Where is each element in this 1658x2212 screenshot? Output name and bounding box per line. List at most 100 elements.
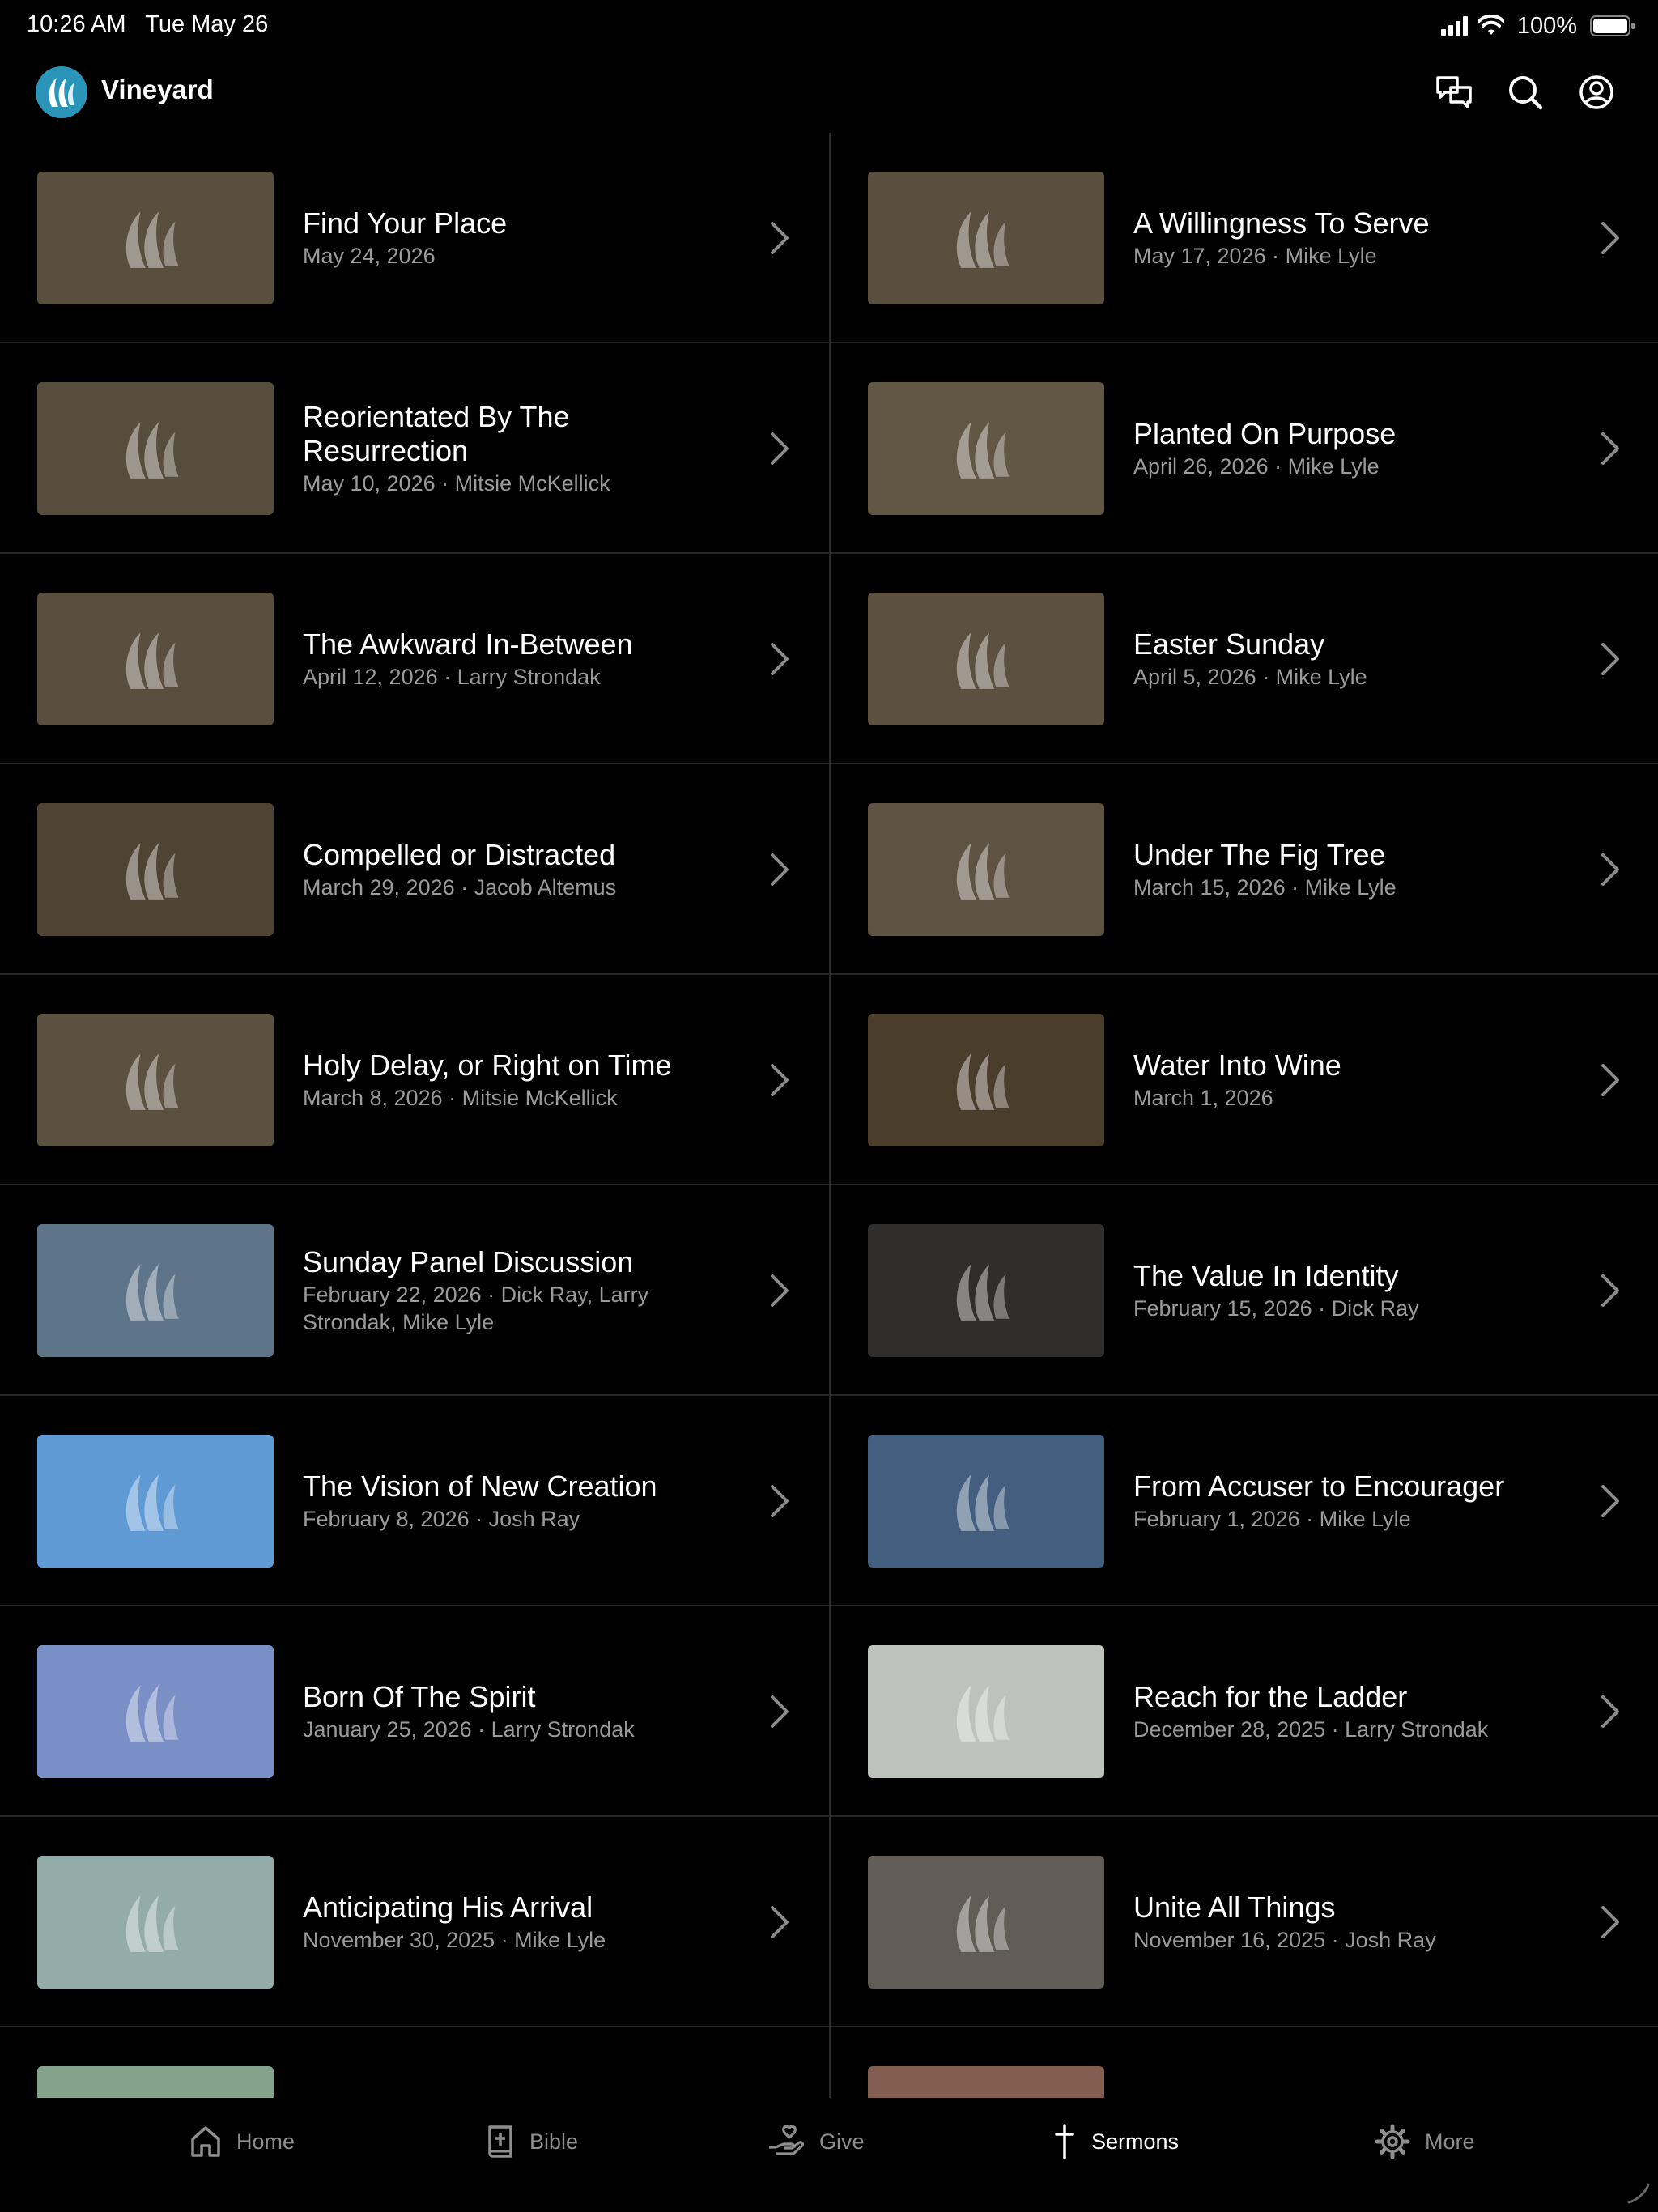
sermon-text: Sunday Panel Discussion February 22, 2026… <box>303 1185 724 1396</box>
tab-home[interactable]: Home <box>189 2119 295 2164</box>
chevron-right-icon <box>764 1692 793 1731</box>
vineyard-leaf-icon <box>956 632 1010 689</box>
sermon-meta: February 1, 2026 · Mike Lyle <box>1133 1507 1411 1531</box>
vineyard-leaf-icon <box>956 1053 1010 1110</box>
sermon-item[interactable]: A Willingness To Serve May 17, 2026 · Mik… <box>831 133 1658 343</box>
sermon-title: Find Your Place <box>303 206 508 240</box>
home-icon <box>191 2126 220 2157</box>
vineyard-leaf-icon <box>125 211 179 268</box>
sermon-title: Under The Fig Tree <box>1133 838 1386 871</box>
cellular-signal-icon <box>1440 16 1468 36</box>
sermon-item[interactable]: The Value In Identity February 15, 2026 ·… <box>831 1185 1658 1396</box>
sermon-item[interactable]: Anticipating His Arrival November 30, 202… <box>0 1817 829 2027</box>
sermon-meta: February 22, 2026 · Dick Ray, Larry Stro… <box>303 1283 649 1334</box>
sermon-thumbnail <box>868 1014 1104 1146</box>
vineyard-leaf-icon <box>125 1685 179 1742</box>
sermon-title: A Willingness To Serve <box>1133 206 1430 240</box>
vineyard-leaf-icon <box>956 1474 1010 1531</box>
status-bar: 10:26 AM Tue May 26 100% <box>0 0 1658 52</box>
search-button[interactable] <box>1504 71 1546 113</box>
sermon-item[interactable]: Planted On Purpose April 26, 2026 · Mike … <box>831 343 1658 554</box>
sermon-text: The Value In Identity February 15, 2026 ·… <box>1133 1185 1554 1396</box>
sermon-item[interactable]: Easter Sunday April 5, 2026 · Mike Lyle <box>831 554 1658 764</box>
sermon-thumbnail <box>868 2066 1104 2098</box>
sermon-item[interactable]: The Vision of New Creation February 8, 20… <box>0 1396 829 1606</box>
tab-give-label: Give <box>819 2129 865 2154</box>
sermon-thumbnail <box>37 382 274 515</box>
tab-more[interactable]: More <box>1375 2119 1475 2164</box>
tab-bible[interactable]: Bible <box>486 2119 578 2164</box>
sermon-item[interactable]: Born Of The Spirit January 25, 2026 · Lar… <box>0 1606 829 1817</box>
sermon-text: Born Of The Spirit January 25, 2026 · Lar… <box>303 1606 724 1817</box>
sermon-thumbnail <box>868 172 1104 304</box>
sermon-list[interactable]: Find Your Place May 24, 2026 A Willingness… <box>0 133 1658 2098</box>
sermon-item[interactable]: Reach for the Ladder December 28, 2025 · … <box>831 1606 1658 1817</box>
sermon-item[interactable] <box>0 2027 829 2098</box>
tab-sermons-label: Sermons <box>1091 2129 1180 2154</box>
chevron-right-icon <box>764 640 793 678</box>
sermon-item[interactable]: Holy Delay, or Right on Time March 8, 202… <box>0 975 829 1185</box>
sermon-text: Holy Delay, or Right on Time March 8, 202… <box>303 975 724 1185</box>
tab-give[interactable]: Give <box>767 2119 865 2164</box>
sermon-item[interactable]: Under The Fig Tree March 15, 2026 · Mike … <box>831 764 1658 975</box>
tab-sermons[interactable]: Sermons <box>1052 2119 1179 2164</box>
chevron-right-icon <box>1595 850 1624 889</box>
sermon-thumbnail <box>37 593 274 725</box>
sermon-title: The Value In Identity <box>1133 1259 1399 1292</box>
sermon-thumbnail <box>37 2066 274 2098</box>
sermon-thumbnail <box>868 1435 1104 1568</box>
chevron-right-icon <box>1595 429 1624 468</box>
sermon-item[interactable]: The Awkward In-Between April 12, 2026 · L… <box>0 554 829 764</box>
sermon-item[interactable]: From Accuser to Encourager February 1, 20… <box>831 1396 1658 1606</box>
vineyard-leaf-icon <box>956 1895 1010 1952</box>
sermon-meta: May 10, 2026 · Mitsie McKellick <box>303 471 610 496</box>
app-title: Vineyard <box>101 74 214 104</box>
sermon-meta: March 29, 2026 · Jacob Altemus <box>303 875 617 900</box>
sermon-title: Water Into Wine <box>1133 1049 1341 1082</box>
chevron-right-icon <box>1595 1692 1624 1731</box>
resize-handle-icon <box>1627 2183 1650 2204</box>
chevron-right-icon <box>764 219 793 257</box>
sermon-thumbnail <box>37 803 274 936</box>
sermon-thumbnail <box>868 382 1104 515</box>
sermon-text: Unite All Things November 16, 2025 · Josh… <box>1133 1817 1554 2027</box>
sermon-thumbnail <box>37 1014 274 1146</box>
sermon-thumbnail <box>868 593 1104 725</box>
sermon-item[interactable]: Water Into Wine March 1, 2026 <box>831 975 1658 1185</box>
sermon-item[interactable]: Compelled or Distracted March 29, 2026 · … <box>0 764 829 975</box>
chat-button[interactable] <box>1433 71 1475 113</box>
vineyard-leaf-icon <box>125 632 179 689</box>
sermon-title: From Accuser to Encourager <box>1133 1470 1505 1503</box>
sermon-item[interactable]: Unite All Things November 16, 2025 · Josh… <box>831 1817 1658 2027</box>
sermon-text: Under The Fig Tree March 15, 2026 · Mike … <box>1133 764 1554 975</box>
chevron-right-icon <box>764 1061 793 1100</box>
account-button[interactable] <box>1575 71 1618 113</box>
chevron-right-icon <box>764 850 793 889</box>
sermon-text: Reach for the Ladder December 28, 2025 · … <box>1133 1606 1554 1817</box>
sermon-text: The Awkward In-Between April 12, 2026 · L… <box>303 554 724 764</box>
battery-percent: 100% <box>1516 12 1577 39</box>
sermon-item[interactable] <box>831 2027 1658 2098</box>
sermon-thumbnail <box>37 172 274 304</box>
sermon-title: Easter Sunday <box>1133 627 1325 661</box>
sermon-title: Sunday Panel Discussion <box>303 1245 634 1278</box>
status-time: 10:26 AM <box>27 11 126 37</box>
vineyard-leaf-icon <box>125 1053 179 1110</box>
vineyard-leaf-icon <box>125 1264 179 1321</box>
sermon-item[interactable]: Reorientated By The Resurrection May 10, … <box>0 343 829 554</box>
sermon-item[interactable]: Find Your Place May 24, 2026 <box>0 133 829 343</box>
chevron-right-icon <box>764 1903 793 1942</box>
vineyard-leaf-icon <box>956 211 1010 268</box>
sermon-meta: December 28, 2025 · Larry Strondak <box>1133 1717 1489 1742</box>
sermon-thumbnail <box>37 1224 274 1357</box>
bible-icon <box>488 2125 512 2158</box>
sermon-text: From Accuser to Encourager February 1, 20… <box>1133 1396 1554 1606</box>
vineyard-logo[interactable] <box>36 66 87 118</box>
sermon-text: Compelled or Distracted March 29, 2026 · … <box>303 764 724 975</box>
sermon-item[interactable]: Sunday Panel Discussion February 22, 2026… <box>0 1185 829 1396</box>
vineyard-leaf-icon <box>956 1685 1010 1742</box>
sermon-text: The Vision of New Creation February 8, 20… <box>303 1396 724 1606</box>
status-time-date: 10:26 AM Tue May 26 <box>27 11 268 38</box>
wifi-icon <box>1477 15 1504 35</box>
vineyard-leaf-icon <box>125 422 179 479</box>
